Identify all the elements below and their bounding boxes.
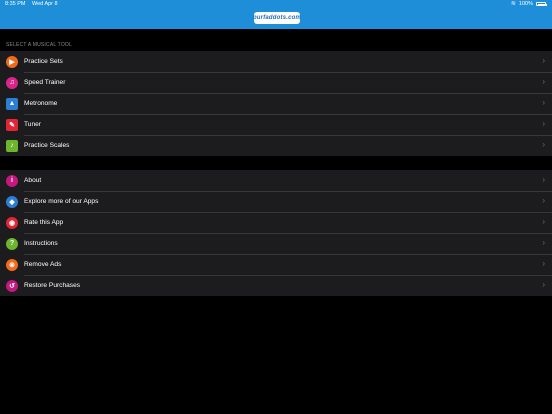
restore-purchases-icon: ↺: [6, 279, 18, 292]
chevron-right-icon: ›: [542, 175, 545, 184]
status-time: 8:35 PM: [5, 1, 26, 7]
status-left: 8:35 PM Wed Apr 8: [5, 0, 63, 8]
battery-percent: 100%: [518, 1, 533, 7]
list-item-label: Practice Sets: [24, 58, 63, 65]
list-item-about[interactable]: i About ›: [0, 170, 552, 191]
app-logo: ourfaddots.com: [253, 12, 301, 24]
section-header-tools: SELECT A MUSICAL TOOL: [6, 42, 72, 48]
speed-trainer-icon: ♫: [6, 76, 18, 89]
wifi-icon: ≋: [510, 1, 516, 7]
list-item-tuner[interactable]: ✎ Tuner ›: [0, 114, 552, 135]
chevron-right-icon: ›: [542, 259, 545, 268]
instructions-icon: ?: [6, 237, 18, 250]
list-item-label: Tuner: [24, 121, 41, 128]
list-item-label: Practice Scales: [24, 142, 70, 149]
metronome-icon: ▲: [6, 97, 18, 110]
remove-ads-icon: ⊗: [6, 258, 18, 271]
list-item-restore-purchases[interactable]: ↺ Restore Purchases ›: [0, 275, 552, 296]
list-item-label: Speed Trainer: [24, 79, 66, 86]
tools-list: ▶ Practice Sets › ♫ Speed Trainer › ▲ Me…: [0, 51, 552, 156]
list-item-metronome[interactable]: ▲ Metronome ›: [0, 93, 552, 114]
status-right: ≋ 100%: [510, 0, 547, 8]
tuner-icon: ✎: [6, 118, 18, 131]
chevron-right-icon: ›: [542, 140, 545, 149]
list-item-practice-scales[interactable]: ♪ Practice Scales ›: [0, 135, 552, 156]
list-item-label: Metronome: [24, 100, 58, 107]
explore-icon: ◆: [6, 195, 18, 208]
chevron-right-icon: ›: [542, 238, 545, 247]
list-item-label: Rate this App: [24, 219, 64, 226]
status-date: Wed Apr 8: [32, 1, 58, 7]
list-item-explore-apps[interactable]: ◆ Explore more of our Apps ›: [0, 191, 552, 212]
chevron-right-icon: ›: [542, 119, 545, 128]
chevron-right-icon: ›: [542, 217, 545, 226]
rate-icon: ◉: [6, 216, 18, 229]
list-item-practice-sets[interactable]: ▶ Practice Sets ›: [0, 51, 552, 72]
practice-scales-icon: ♪: [6, 139, 18, 152]
chevron-right-icon: ›: [542, 77, 545, 86]
list-item-label: Remove Ads: [24, 261, 62, 268]
more-list: i About › ◆ Explore more of our Apps › ◉…: [0, 170, 552, 296]
list-item-speed-trainer[interactable]: ♫ Speed Trainer ›: [0, 72, 552, 93]
chevron-right-icon: ›: [542, 56, 545, 65]
navigation-bar: ourfaddots.com: [0, 8, 552, 29]
battery-icon: [536, 2, 547, 6]
list-item-label: Restore Purchases: [24, 282, 81, 289]
list-item-rate-app[interactable]: ◉ Rate this App ›: [0, 212, 552, 233]
info-icon: i: [6, 174, 18, 187]
list-item-label: Explore more of our Apps: [24, 198, 99, 205]
chevron-right-icon: ›: [542, 196, 545, 205]
list-item-label: About: [24, 177, 42, 184]
list-item-label: Instructions: [24, 240, 58, 247]
practice-sets-icon: ▶: [6, 55, 18, 68]
list-item-remove-ads[interactable]: ⊗ Remove Ads ›: [0, 254, 552, 275]
chevron-right-icon: ›: [542, 280, 545, 289]
status-bar: 8:35 PM Wed Apr 8 ≋ 100%: [0, 0, 552, 8]
chevron-right-icon: ›: [542, 98, 545, 107]
list-item-instructions[interactable]: ? Instructions ›: [0, 233, 552, 254]
